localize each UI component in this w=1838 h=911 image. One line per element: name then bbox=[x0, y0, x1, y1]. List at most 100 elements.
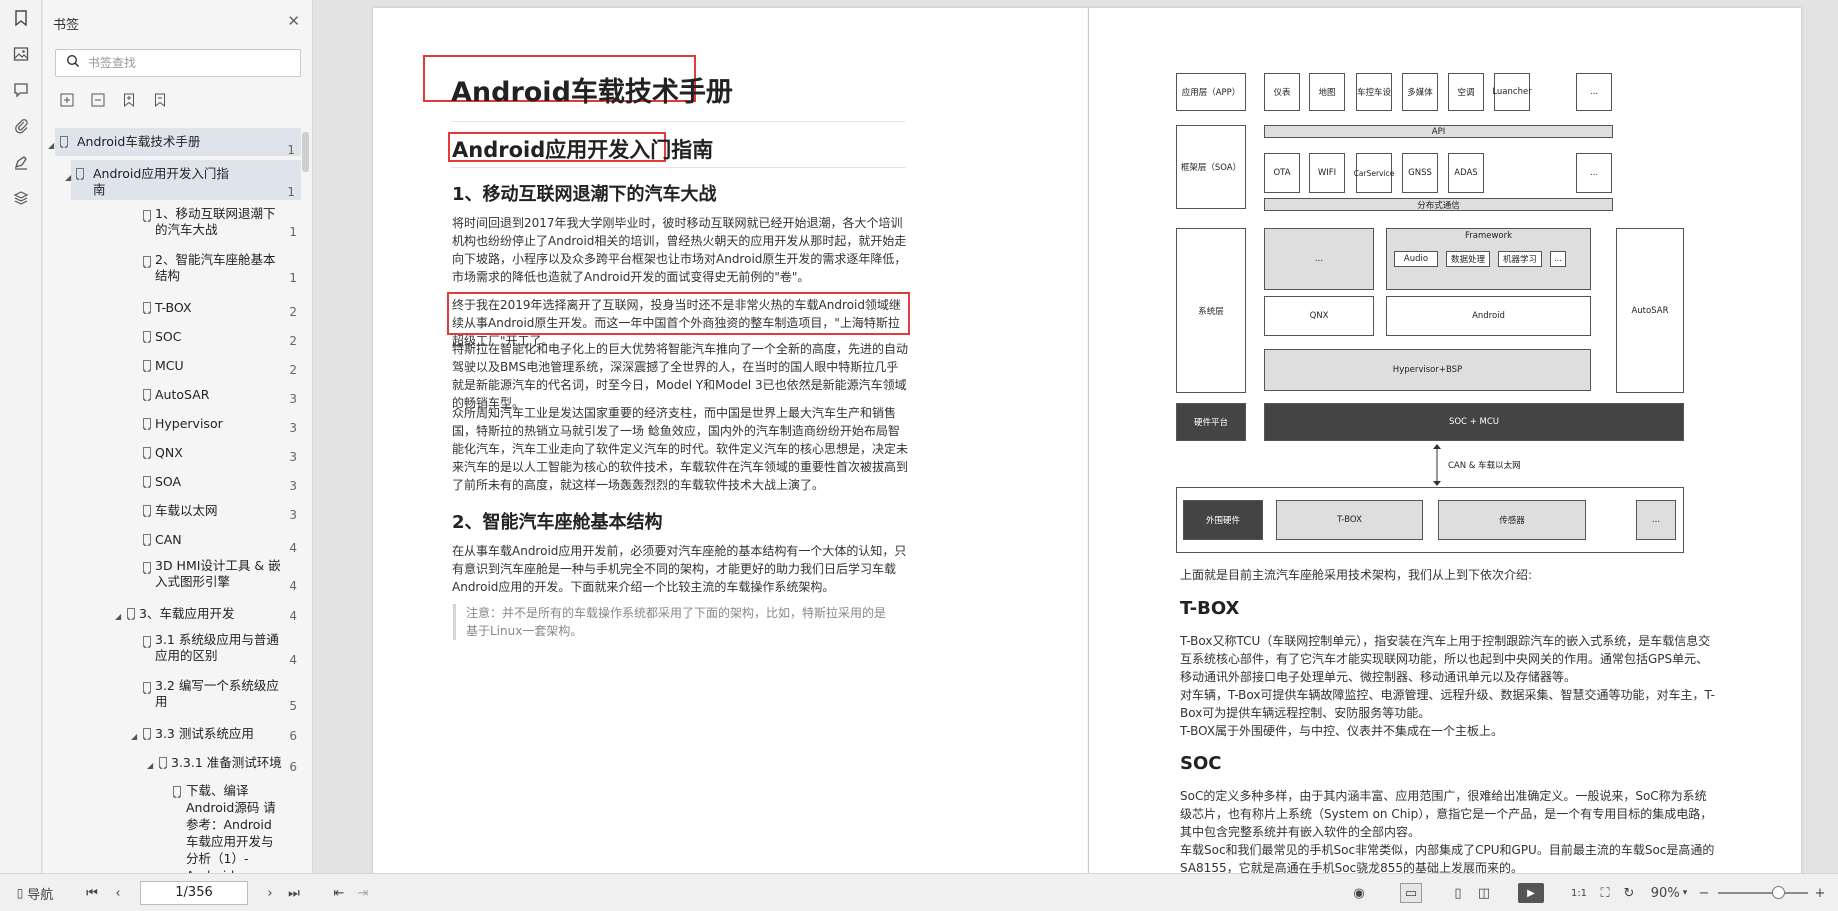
expanded-arrow-icon[interactable]: ◢ bbox=[147, 758, 153, 774]
bookmark-icon bbox=[143, 728, 151, 740]
bookmark-icon bbox=[143, 636, 151, 648]
left-tool-rail bbox=[0, 0, 42, 873]
peripheral-box: T-BOX bbox=[1276, 500, 1423, 540]
bookmark-icon bbox=[159, 757, 167, 769]
bookmark-icon bbox=[143, 256, 151, 268]
paragraph: 上面就是目前主流汽车座舱采用技术架构，我们从上到下依次介绍: bbox=[1180, 568, 1533, 582]
zoom-slider-handle[interactable] bbox=[1772, 886, 1785, 899]
fit-page-icon[interactable]: ⛶ bbox=[1596, 883, 1614, 903]
rotate-icon[interactable]: ↻ bbox=[1620, 883, 1638, 903]
bookmark-icon bbox=[143, 389, 151, 401]
bookmark-item[interactable]: ◢ Android车载技术手册 1 bbox=[48, 128, 301, 157]
bookmark-item[interactable]: ◢ Android应用开发入门指南 1 bbox=[65, 160, 301, 200]
zoom-value[interactable]: 90% ▾ bbox=[1644, 883, 1694, 903]
first-page-icon[interactable]: ⏮ bbox=[84, 883, 100, 903]
add-bookmark-icon[interactable] bbox=[119, 90, 139, 110]
bookmark-item[interactable]: SOC 2 bbox=[43, 329, 301, 349]
paragraph: 在从事车载Android应用开发前，必须要对汽车座舱的基本结构有一个大体的认知，… bbox=[452, 544, 907, 594]
actual-size-icon[interactable]: 1:1 bbox=[1570, 883, 1588, 903]
bookmark-item[interactable]: ◢ 3.3.1 准备测试环境 6 bbox=[43, 755, 301, 775]
distributed-comm-bar: 分布式通信 bbox=[1264, 198, 1613, 211]
bookmark-item[interactable]: CAN 4 bbox=[43, 532, 301, 555]
system-layer-box: 系统层 bbox=[1176, 228, 1246, 393]
zoom-in-icon[interactable]: + bbox=[1812, 883, 1828, 903]
app-layer-box: 应用层（APP） bbox=[1176, 73, 1246, 111]
next-page-icon[interactable]: › bbox=[262, 883, 278, 903]
expanded-arrow-icon[interactable]: ◢ bbox=[131, 729, 137, 745]
play-icon[interactable]: ▶ bbox=[1518, 883, 1544, 903]
bookmark-item[interactable]: 3.2 编写一个系统级应用 5 bbox=[43, 678, 301, 716]
framework-item: Audio bbox=[1394, 251, 1438, 267]
page-view-icon[interactable]: ▯ bbox=[1448, 883, 1468, 903]
bookmark-item[interactable]: 3D HMI设计工具 & 嵌入式图形引擎 4 bbox=[43, 558, 301, 596]
bookmark-scrollbar[interactable] bbox=[302, 124, 309, 873]
collapse-all-icon[interactable] bbox=[88, 90, 108, 110]
panel-title: 书签 bbox=[53, 18, 80, 33]
double-page-view-icon[interactable]: ◫ bbox=[1474, 883, 1494, 903]
navigation-toggle[interactable]: ▯ 导航 bbox=[10, 883, 60, 903]
bookmark-item[interactable]: ◢ 3、车载应用开发 4 bbox=[43, 606, 301, 626]
bookmark-icon bbox=[143, 682, 151, 694]
api-bar: API bbox=[1264, 125, 1613, 138]
zoom-slider[interactable] bbox=[1718, 892, 1808, 894]
bookmark-icon bbox=[143, 505, 151, 517]
bookmark-icon[interactable] bbox=[0, 0, 42, 36]
bookmark-item[interactable]: 车载以太网 3 bbox=[43, 503, 301, 523]
expanded-arrow-icon[interactable]: ◢ bbox=[65, 170, 71, 186]
paragraph: T-BOX属于外围硬件，与中控、仪表并不集成在一个主板上。 bbox=[1180, 724, 1504, 738]
paragraph: 将时间回退到2017年我大学刚毕业时，彼时移动互联网就已经开始退潮，各大个培训机… bbox=[452, 216, 907, 284]
bookmark-icon bbox=[127, 608, 135, 620]
single-page-view-icon[interactable]: ▭ bbox=[1400, 883, 1422, 903]
eye-protection-icon[interactable]: ◉ bbox=[1346, 883, 1372, 903]
app-box: 仪表 bbox=[1264, 73, 1300, 111]
document-page-left: Android车载技术手册 Android应用开发入门指南 1、移动互联网退潮下… bbox=[373, 8, 1088, 873]
app-box: 空调 bbox=[1448, 73, 1484, 111]
bookmark-icon bbox=[143, 562, 151, 574]
bookmark-item[interactable]: SOA 3 bbox=[43, 474, 301, 494]
bookmark-item[interactable]: 下载、编译Android源码 请参考：Android车载应用开发与分析（1）- … bbox=[43, 784, 301, 873]
image-icon[interactable] bbox=[0, 36, 42, 72]
app-box: ... bbox=[1576, 73, 1612, 111]
soa-box: GNSS bbox=[1402, 153, 1438, 193]
soa-box: CarService bbox=[1354, 153, 1394, 193]
page-number-input[interactable]: 1/356 bbox=[140, 881, 248, 905]
bookmark-item[interactable]: ◢ 3.3 测试系统应用 6 bbox=[43, 726, 301, 746]
signature-icon[interactable] bbox=[0, 144, 42, 180]
bookmark-icon bbox=[173, 786, 181, 798]
soa-box: ... bbox=[1576, 153, 1612, 193]
close-icon[interactable]: ✕ bbox=[287, 12, 300, 30]
prev-page-icon[interactable]: ‹ bbox=[110, 883, 126, 903]
section-heading: 1、移动互联网退潮下的汽车大战 bbox=[452, 184, 717, 205]
peripheral-box: 传感器 bbox=[1438, 500, 1586, 540]
expand-all-icon[interactable] bbox=[57, 90, 77, 110]
paragraph: T-Box又称TCU（车联网控制单元），指安装在汽车上用于控制跟踪汽车的嵌入式系… bbox=[1180, 634, 1711, 684]
bookmark-item[interactable]: 2、智能汽车座舱基本结构 1 bbox=[43, 252, 301, 290]
bookmark-item[interactable]: 3.1 系统级应用与普通应用的区别 4 bbox=[43, 632, 301, 670]
paragraph: 特斯拉在智能化和电子化上的巨大优势将智能汽车推向了一个全新的高度，先进的自动驾驶… bbox=[452, 342, 909, 410]
bookmark-item[interactable]: MCU 2 bbox=[43, 358, 301, 378]
bookmark-item[interactable]: QNX 3 bbox=[43, 445, 301, 465]
bookmark-icon bbox=[143, 302, 151, 314]
bookmark-search-input[interactable] bbox=[88, 53, 293, 73]
remove-bookmark-icon[interactable] bbox=[150, 90, 170, 110]
comment-icon[interactable] bbox=[0, 72, 42, 108]
bookmark-item[interactable]: T-BOX 2 bbox=[43, 300, 301, 320]
divider bbox=[451, 167, 906, 168]
bookmark-item[interactable]: Hypervisor 3 bbox=[43, 416, 301, 436]
attachment-icon[interactable] bbox=[0, 108, 42, 144]
zoom-out-icon[interactable]: − bbox=[1696, 883, 1712, 903]
soa-box: WIFI bbox=[1309, 153, 1345, 193]
layers-icon[interactable] bbox=[0, 180, 42, 216]
section-heading: SOC bbox=[1180, 753, 1222, 774]
forward-icon[interactable]: ⇥ bbox=[354, 883, 372, 903]
last-page-icon[interactable]: ⏭ bbox=[286, 883, 302, 903]
back-icon[interactable]: ⇤ bbox=[330, 883, 348, 903]
expanded-arrow-icon[interactable]: ◢ bbox=[115, 609, 121, 625]
paragraph: 对车辆，T-Box可提供车辆故障监控、电源管理、远程升级、数据采集、智慧交通等功… bbox=[1180, 688, 1715, 720]
bookmark-icon bbox=[76, 168, 84, 180]
bus-label: CAN & 车载以太网 bbox=[1448, 461, 1521, 471]
expanded-arrow-icon[interactable]: ◢ bbox=[48, 138, 54, 154]
bookmark-item[interactable]: 1、移动互联网退潮下的汽车大战 1 bbox=[43, 206, 301, 244]
bookmark-item[interactable]: AutoSAR 3 bbox=[43, 387, 301, 407]
paragraph: 众所周知汽车工业是发达国家重要的经济支柱，而中国是世界上最大汽车生产和销售国，特… bbox=[452, 406, 909, 492]
